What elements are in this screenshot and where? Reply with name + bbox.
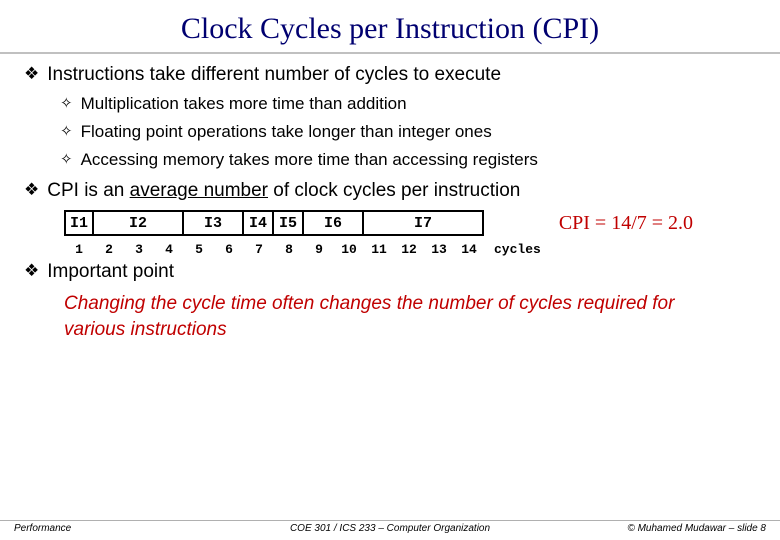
tick-number: 10 [334, 242, 364, 257]
tick-number: 12 [394, 242, 424, 257]
slide-body: ❖ Instructions take different number of … [0, 64, 780, 342]
tick-number: 5 [184, 242, 214, 257]
instruction-box: I6 [304, 210, 364, 236]
tick-number: 13 [424, 242, 454, 257]
instruction-box: I5 [274, 210, 304, 236]
tick-number: 6 [214, 242, 244, 257]
tick-number: 1 [64, 242, 94, 257]
cycle-ticks: 1234567891011121314cycles [64, 242, 541, 257]
diamond-filled-icon: ❖ [24, 180, 39, 200]
diamond-filled-icon: ❖ [24, 261, 39, 281]
slide-title: Clock Cycles per Instruction (CPI) [0, 0, 780, 52]
instruction-box: I2 [94, 210, 184, 236]
diamond-open-icon: ✧ [60, 150, 73, 168]
slide-footer: Performance COE 301 / ICS 233 – Computer… [0, 520, 780, 534]
cycles-label: cycles [494, 242, 541, 257]
cpi-diagram-row: I1I2I3I4I5I6I7 1234567891011121314cycles… [64, 210, 756, 257]
footer-right: © Muhamed Mudawar – slide 8 [627, 523, 766, 534]
bullet-cpi-average: ❖ CPI is an average number of clock cycl… [24, 180, 756, 202]
cpi-diagram: I1I2I3I4I5I6I7 1234567891011121314cycles [64, 210, 541, 257]
tick-number: 4 [154, 242, 184, 257]
cpi-equation: CPI = 14/7 = 2.0 [559, 212, 693, 235]
bullet-text: Multiplication takes more time than addi… [81, 94, 407, 114]
tick-number: 14 [454, 242, 484, 257]
bullet-cycles-vary: ❖ Instructions take different number of … [24, 64, 756, 86]
text-pre: CPI is an [47, 180, 129, 201]
diamond-filled-icon: ❖ [24, 64, 39, 84]
tick-number: 3 [124, 242, 154, 257]
bullet-important-point: ❖ Important point [24, 261, 756, 283]
diamond-open-icon: ✧ [60, 122, 73, 140]
important-note: Changing the cycle time often changes th… [64, 291, 704, 342]
tick-number: 9 [304, 242, 334, 257]
bullet-text: Floating point operations take longer th… [81, 122, 492, 142]
instruction-box: I3 [184, 210, 244, 236]
text-post: of clock cycles per instruction [268, 180, 520, 201]
bullet-text: CPI is an average number of clock cycles… [47, 180, 520, 202]
instruction-box: I7 [364, 210, 484, 236]
bullet-multiplication: ✧ Multiplication takes more time than ad… [60, 94, 756, 114]
title-separator [0, 52, 780, 54]
footer-middle: COE 301 / ICS 233 – Computer Organizatio… [290, 523, 490, 534]
bullet-floating-point: ✧ Floating point operations take longer … [60, 122, 756, 142]
instruction-box: I4 [244, 210, 274, 236]
tick-number: 2 [94, 242, 124, 257]
tick-number: 7 [244, 242, 274, 257]
tick-number: 8 [274, 242, 304, 257]
diamond-open-icon: ✧ [60, 94, 73, 112]
text-underlined: average number [130, 180, 268, 201]
tick-number: 11 [364, 242, 394, 257]
bullet-text: Accessing memory takes more time than ac… [81, 150, 538, 170]
bullet-text: Instructions take different number of cy… [47, 64, 501, 86]
bullet-memory-access: ✧ Accessing memory takes more time than … [60, 150, 756, 170]
instruction-boxes: I1I2I3I4I5I6I7 [64, 210, 541, 236]
instruction-box: I1 [64, 210, 94, 236]
bullet-text: Important point [47, 261, 174, 283]
footer-left: Performance [14, 523, 71, 534]
